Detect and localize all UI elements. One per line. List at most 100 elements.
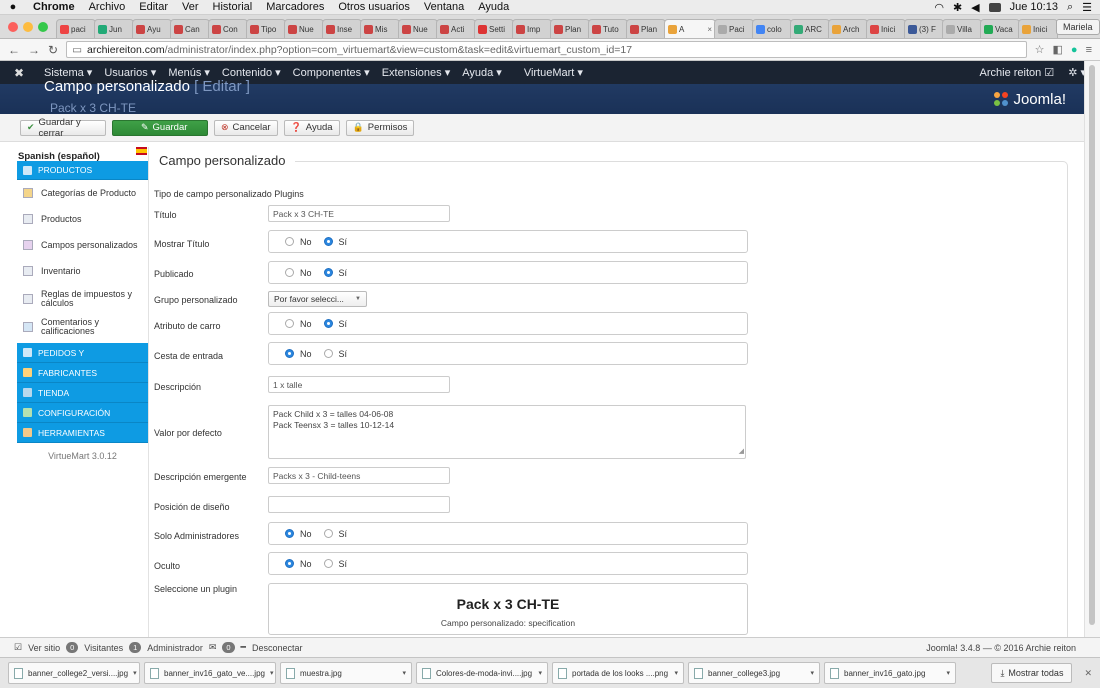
emergente-input[interactable]: Packs x 3 - Child-teens bbox=[268, 467, 450, 484]
zoom-window-icon[interactable] bbox=[38, 22, 48, 32]
browser-tab[interactable]: Tipo bbox=[246, 19, 286, 38]
browser-tab[interactable]: Plan bbox=[626, 19, 666, 38]
url-field[interactable]: ▭ archiereiton.com/administrator/index.p… bbox=[66, 41, 1027, 58]
save-close-button[interactable]: ✔ Guardar y cerrar bbox=[20, 117, 106, 139]
clock[interactable]: Jue 10:13 bbox=[1010, 1, 1058, 13]
sidebar-item-campos[interactable]: Campos personalizados bbox=[17, 232, 148, 258]
forward-icon[interactable]: → bbox=[28, 43, 40, 57]
browser-tab[interactable]: Vaca bbox=[980, 19, 1020, 38]
browser-tab[interactable]: A × bbox=[664, 19, 716, 38]
grammarly-icon[interactable]: ● bbox=[1071, 44, 1078, 56]
menu-extensiones[interactable]: Extensiones ▾ bbox=[376, 66, 457, 79]
sidebar-item-productos[interactable]: Productos bbox=[17, 206, 148, 232]
solo-si-radio[interactable]: Sí bbox=[323, 529, 347, 539]
solo-no-radio[interactable]: No bbox=[285, 529, 312, 539]
wifi-icon[interactable]: ◠ bbox=[934, 1, 944, 14]
download-item[interactable]: banner_college3.jpg ▾ bbox=[688, 662, 820, 684]
download-item[interactable]: banner_inv16_gato_ve....jpg ▾ bbox=[144, 662, 276, 684]
publicado-si-radio[interactable]: Sí bbox=[323, 268, 347, 278]
mostrar-si-radio[interactable]: Sí bbox=[323, 237, 347, 247]
browser-tab[interactable]: Nue bbox=[284, 19, 324, 38]
menu-ventana[interactable]: Ventana bbox=[417, 1, 471, 13]
minimize-window-icon[interactable] bbox=[23, 22, 33, 32]
atributo-si-radio[interactable]: Sí bbox=[323, 319, 347, 329]
browser-tab[interactable]: Imp bbox=[512, 19, 552, 38]
chevron-down-icon[interactable]: ▾ bbox=[133, 669, 137, 677]
sidebar-section-pedidos[interactable]: PEDIDOS Y bbox=[17, 343, 148, 363]
sidebar-item-impuestos[interactable]: Reglas de impuestos y cálculos bbox=[17, 284, 148, 314]
sidebar-item-comentarios[interactable]: Comentarios y calificaciones bbox=[17, 314, 148, 340]
desconectar-link[interactable]: Desconectar bbox=[252, 643, 303, 653]
oculto-no-radio[interactable]: No bbox=[285, 559, 312, 569]
titulo-input[interactable]: Pack x 3 CH-TE bbox=[268, 205, 450, 222]
menu-ver[interactable]: Ver bbox=[175, 1, 206, 13]
menu-componentes[interactable]: Componentes ▾ bbox=[287, 66, 376, 79]
sidebar-section-productos[interactable]: PRODUCTOS bbox=[17, 161, 148, 180]
browser-tab[interactable]: Paci bbox=[714, 19, 754, 38]
posicion-input[interactable] bbox=[268, 496, 450, 513]
chevron-down-icon[interactable]: ▾ bbox=[946, 669, 950, 677]
chevron-down-icon[interactable]: ▾ bbox=[674, 669, 678, 677]
show-all-downloads-button[interactable]: ⤓ Mostrar todas bbox=[991, 663, 1073, 683]
browser-tab[interactable]: Plan bbox=[550, 19, 590, 38]
chevron-down-icon[interactable]: ▾ bbox=[810, 669, 814, 677]
browser-tab[interactable]: Arch bbox=[828, 19, 868, 38]
spotlight-icon[interactable]: ⌕ bbox=[1067, 1, 1073, 14]
ver-sitio-link[interactable]: Ver sitio bbox=[28, 643, 60, 653]
menu-historial[interactable]: Historial bbox=[206, 1, 260, 13]
browser-tab[interactable]: Jun bbox=[94, 19, 134, 38]
browser-tab[interactable]: Inici bbox=[866, 19, 906, 38]
browser-tab[interactable]: colo bbox=[752, 19, 792, 38]
chrome-menu-icon[interactable]: ≡ bbox=[1086, 44, 1092, 56]
browser-tab[interactable]: Can bbox=[170, 19, 210, 38]
browser-tab[interactable]: Tuto bbox=[588, 19, 628, 38]
messages-count[interactable]: 0 bbox=[222, 642, 235, 653]
download-item[interactable]: Colores-de-moda-invi....jpg ▾ bbox=[416, 662, 548, 684]
menu-archivo[interactable]: Archivo bbox=[82, 1, 133, 13]
browser-tab[interactable]: Con bbox=[208, 19, 248, 38]
volume-icon[interactable]: ◀ bbox=[971, 1, 979, 14]
browser-tab[interactable]: Mis bbox=[360, 19, 400, 38]
chevron-down-icon[interactable]: ▾ bbox=[538, 669, 542, 677]
browser-tab[interactable]: ARC bbox=[790, 19, 830, 38]
bookmark-star-icon[interactable]: ☆ bbox=[1035, 43, 1045, 56]
resize-grip-icon[interactable]: ◢ bbox=[739, 446, 744, 457]
browser-tab[interactable]: Setti bbox=[474, 19, 514, 38]
scrollbar-thumb[interactable] bbox=[1089, 65, 1095, 625]
browser-tab[interactable]: Inse bbox=[322, 19, 362, 38]
reload-icon[interactable]: ↻ bbox=[48, 43, 58, 57]
sidebar-item-categorias[interactable]: Categorías de Producto bbox=[17, 180, 148, 206]
oculto-si-radio[interactable]: Sí bbox=[323, 559, 347, 569]
sidebar-section-herramientas[interactable]: HERRAMIENTAS bbox=[17, 423, 148, 443]
mostrar-no-radio[interactable]: No bbox=[285, 237, 312, 247]
help-button[interactable]: ❓ Ayuda bbox=[283, 119, 340, 136]
browser-tab[interactable]: Inici bbox=[1018, 19, 1058, 38]
download-item[interactable]: banner_college2_versi....jpg ▾ bbox=[8, 662, 140, 684]
profile-button[interactable]: Mariela bbox=[1056, 19, 1100, 35]
sidebar-section-tienda[interactable]: TIENDA bbox=[17, 383, 148, 403]
download-item[interactable]: banner_inv16_gato.jpg ▾ bbox=[824, 662, 956, 684]
browser-tab[interactable]: Villa bbox=[942, 19, 982, 38]
menu-editar[interactable]: Editar bbox=[132, 1, 175, 13]
bluetooth-icon[interactable]: ✱ bbox=[953, 1, 962, 14]
permissions-button[interactable]: 🔒 Permisos bbox=[345, 119, 415, 136]
close-window-icon[interactable] bbox=[8, 22, 18, 32]
close-tab-icon[interactable]: × bbox=[707, 25, 712, 34]
apple-icon[interactable]: ● bbox=[0, 1, 26, 13]
chevron-down-icon[interactable]: ▾ bbox=[270, 669, 274, 677]
close-downloads-icon[interactable]: ✕ bbox=[1076, 668, 1100, 679]
menu-chrome[interactable]: Chrome bbox=[26, 1, 82, 13]
extension-icon[interactable]: ◧ bbox=[1053, 43, 1063, 56]
notifications-icon[interactable]: ☰ bbox=[1082, 1, 1092, 14]
chevron-down-icon[interactable]: ▾ bbox=[402, 669, 406, 677]
browser-tab[interactable]: (3) F bbox=[904, 19, 944, 38]
sidebar-section-fabricantes[interactable]: FABRICANTES bbox=[17, 363, 148, 383]
browser-tab[interactable]: Nue bbox=[398, 19, 438, 38]
menu-ayuda[interactable]: Ayuda bbox=[471, 1, 516, 13]
flag-icon[interactable] bbox=[988, 2, 1001, 12]
grupo-select[interactable]: Por favor selecci... ▼ bbox=[268, 291, 367, 307]
page-scrollbar[interactable] bbox=[1084, 61, 1100, 637]
sidebar-section-configuracion[interactable]: CONFIGURACIÓN bbox=[17, 403, 148, 423]
cesta-no-radio[interactable]: No bbox=[285, 349, 312, 359]
menu-otros-usuarios[interactable]: Otros usuarios bbox=[331, 1, 417, 13]
